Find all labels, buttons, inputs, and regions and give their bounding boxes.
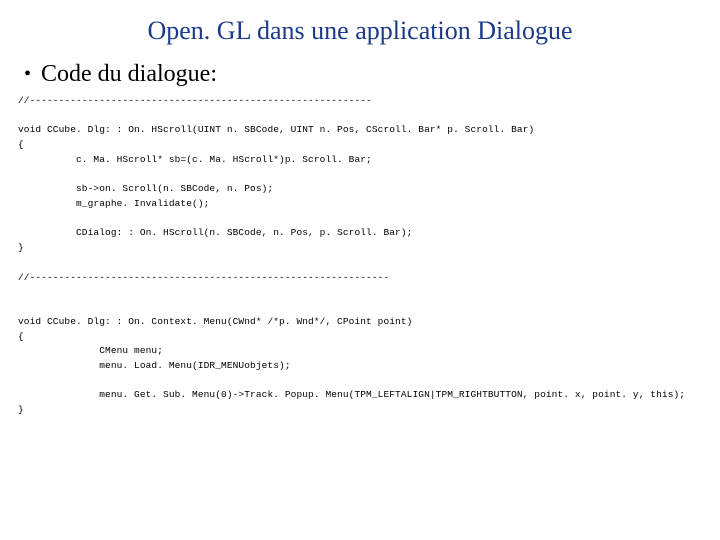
bullet-text: Code du dialogue: (41, 60, 217, 88)
bullet-item: • Code du dialogue: (24, 60, 702, 88)
bullet-dot-icon: • (24, 60, 31, 88)
code-block: //--------------------------------------… (18, 94, 702, 418)
slide-title: Open. GL dans une application Dialogue (18, 16, 702, 46)
slide: Open. GL dans une application Dialogue •… (0, 0, 720, 540)
